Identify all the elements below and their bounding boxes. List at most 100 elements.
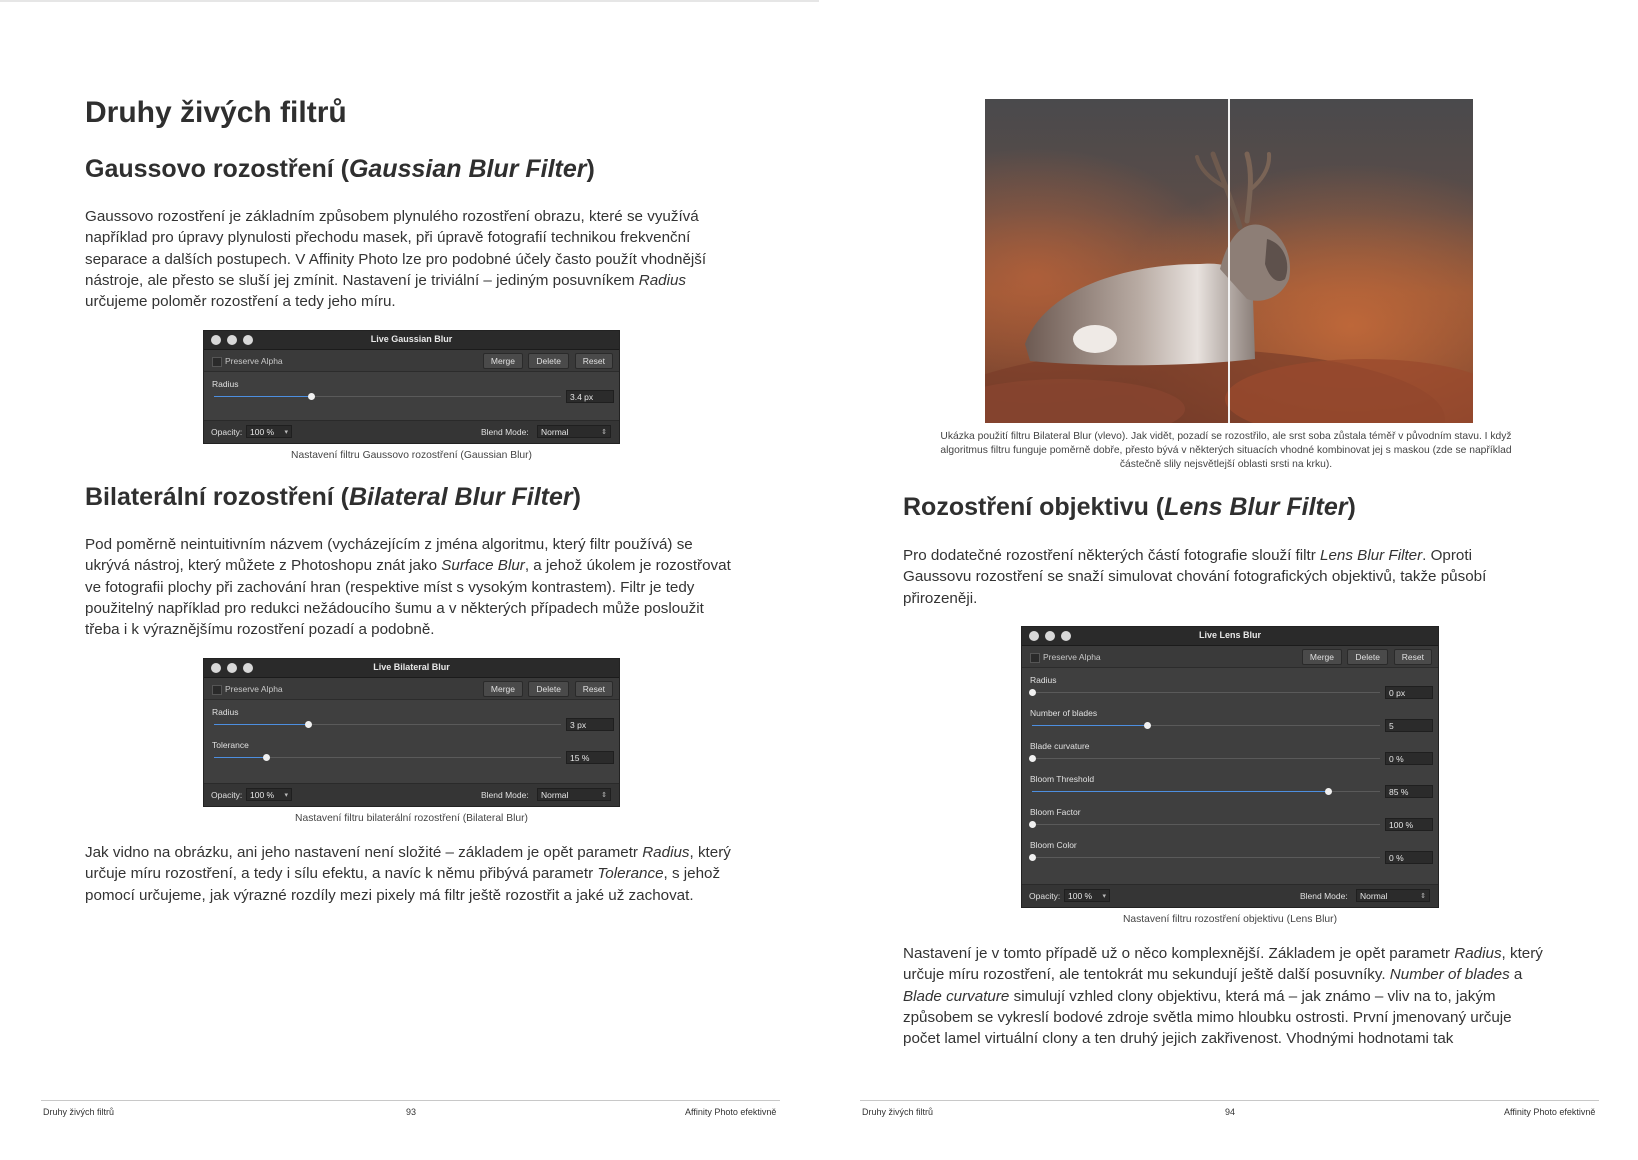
- param-slider-handle[interactable]: [1029, 689, 1036, 696]
- merge-button[interactable]: Merge: [482, 681, 523, 697]
- opacity-label: Opacity:: [1029, 891, 1061, 901]
- reset-button[interactable]: Reset: [574, 681, 613, 697]
- dialog-titlebar[interactable]: Live Bilateral Blur: [204, 659, 619, 678]
- bilateral-blur-dialog: Live Bilateral Blur Preserve Alpha Merge De…: [203, 658, 620, 807]
- param-value-field[interactable]: 15 %: [566, 751, 614, 764]
- dialog-toolbar: Preserve Alpha Merge Delete Reset: [204, 678, 619, 700]
- dialog-title: Live Lens Blur: [1198, 630, 1261, 640]
- param-slider[interactable]: [214, 754, 561, 761]
- gauss-para-b: určujeme poloměr rozostření a tedy jeho …: [85, 293, 396, 311]
- page-top-edge: [0, 0, 819, 2]
- page-title: Druhy živých filtrů: [85, 96, 347, 129]
- blend-mode-label: Blend Mode:: [481, 427, 529, 437]
- preserve-alpha-label: Preserve Alpha: [225, 356, 283, 366]
- gauss-heading-suffix: ): [586, 155, 595, 183]
- param-value-field[interactable]: 0 %: [1385, 851, 1433, 864]
- preserve-alpha-label: Preserve Alpha: [225, 684, 283, 694]
- reset-button[interactable]: Reset: [574, 353, 613, 369]
- param-slider-handle[interactable]: [308, 393, 316, 400]
- dialog-toolbar: Preserve Alpha Merge Delete Reset: [204, 350, 619, 372]
- blend-mode-select[interactable]: Normal ⇕: [537, 425, 611, 438]
- param-value-field[interactable]: 3.4 px: [566, 390, 614, 403]
- gauss-heading-italic: Gaussian Blur Filter: [348, 155, 587, 183]
- opacity-select[interactable]: 100 % ▾: [1064, 889, 1110, 902]
- param-slider[interactable]: [214, 721, 561, 728]
- param-slider-handle[interactable]: [1324, 788, 1332, 795]
- chevron-down-icon: ▾: [284, 429, 288, 436]
- lens-caption: Nastavení filtru rozostření objektivu (L…: [1122, 914, 1338, 925]
- lens-para-italic: Lens Blur Filter: [1320, 547, 1423, 564]
- blend-mode-select[interactable]: Normal ⇕: [537, 788, 611, 801]
- lens-heading-suffix: ): [1347, 493, 1356, 521]
- param-value-field[interactable]: 0 %: [1385, 752, 1433, 765]
- delete-button[interactable]: Delete: [528, 681, 569, 697]
- dialog-title: Live Bilateral Blur: [373, 662, 450, 672]
- param-value-field[interactable]: 85 %: [1385, 785, 1433, 798]
- gauss-paragraph: Gaussovo rozostření je základním způsobe…: [85, 206, 735, 312]
- dialog-toolbar: Preserve Alpha Merge Delete Reset: [1022, 646, 1438, 668]
- param-value-field[interactable]: 3 px: [566, 718, 614, 731]
- lens-para2-c: a: [1509, 966, 1523, 984]
- param-slider-handle[interactable]: [1143, 722, 1151, 729]
- bilateral-heading: Bilaterální rozostření (Bilateral Blur F…: [85, 483, 581, 512]
- footer-rule: [41, 1100, 780, 1101]
- param-slider[interactable]: [1029, 689, 1380, 696]
- param-value-field[interactable]: 5: [1385, 719, 1433, 732]
- updown-arrows-icon: ⇕: [1420, 893, 1426, 900]
- preserve-alpha-checkbox[interactable]: [1030, 653, 1040, 663]
- blend-mode-value: Normal: [541, 427, 569, 437]
- param-label: Bloom Threshold: [1030, 774, 1095, 784]
- dialog-footer: Opacity: 100 % ▾ Blend Mode: Normal ⇕: [204, 420, 619, 443]
- param-slider[interactable]: [1029, 755, 1380, 762]
- reset-button[interactable]: Reset: [1393, 649, 1432, 665]
- reindeer-photo-drawing: [985, 99, 1473, 423]
- param-label: Bloom Factor: [1030, 807, 1081, 817]
- lens-blur-dialog: Live Lens Blur Preserve Alpha Merge Delete R…: [1021, 626, 1439, 908]
- param-slider-handle[interactable]: [304, 721, 312, 728]
- opacity-label: Opacity:: [211, 790, 243, 800]
- bilateral-para-italic: Surface Blur: [441, 557, 525, 575]
- param-slider[interactable]: [1032, 788, 1380, 795]
- bilateral-paragraph-2: Jak vidno na obrázku, ani jeho nastavení…: [85, 842, 735, 906]
- opacity-select[interactable]: 100 % ▾: [246, 788, 292, 801]
- opacity-value: 100 %: [1068, 891, 1093, 901]
- param-slider[interactable]: [1029, 821, 1380, 828]
- bilateral-heading-italic: Bilateral Blur Filter: [348, 483, 573, 511]
- preserve-alpha-checkbox[interactable]: [212, 357, 222, 367]
- blend-mode-value: Normal: [1360, 891, 1388, 901]
- preserve-alpha-label: Preserve Alpha: [1043, 652, 1101, 662]
- dialog-titlebar[interactable]: Live Lens Blur: [1022, 627, 1438, 646]
- footer-book-title: Affinity Photo efektivně: [685, 1107, 777, 1117]
- delete-button[interactable]: Delete: [528, 353, 569, 369]
- param-label: Blade curvature: [1030, 741, 1090, 751]
- blend-mode-select[interactable]: Normal ⇕: [1356, 889, 1430, 902]
- param-slider-handle[interactable]: [1029, 755, 1036, 762]
- delete-button[interactable]: Delete: [1347, 649, 1388, 665]
- lens-para2-italic-3: Blade curvature: [903, 987, 1010, 1005]
- gauss-heading-prefix: Gaussovo rozostření (: [85, 155, 349, 183]
- param-slider-handle[interactable]: [263, 754, 271, 761]
- lens-paragraph: Pro dodatečné rozostření některých částí…: [903, 545, 1543, 609]
- lens-heading-prefix: Rozostření objektivu (: [903, 493, 1165, 521]
- param-slider-handle[interactable]: [1029, 854, 1036, 861]
- param-slider[interactable]: [1032, 722, 1380, 729]
- param-slider[interactable]: [1029, 854, 1380, 861]
- preserve-alpha-checkbox[interactable]: [212, 685, 222, 695]
- param-label: Number of blades: [1030, 708, 1098, 718]
- gauss-para-italic: Radius: [638, 271, 687, 289]
- merge-button[interactable]: Merge: [482, 353, 523, 369]
- blend-mode-label: Blend Mode:: [481, 790, 529, 800]
- param-label: Radius: [212, 379, 239, 389]
- param-slider-fill: [1032, 791, 1328, 792]
- dialog-titlebar[interactable]: Live Gaussian Blur: [204, 331, 619, 350]
- param-value-field[interactable]: 100 %: [1385, 818, 1433, 831]
- opacity-value: 100 %: [250, 427, 275, 437]
- merge-button[interactable]: Merge: [1301, 649, 1342, 665]
- updown-arrows-icon: ⇕: [601, 429, 607, 436]
- param-slider-handle[interactable]: [1029, 821, 1036, 828]
- opacity-label: Opacity:: [211, 427, 243, 437]
- param-value-field[interactable]: 0 px: [1385, 686, 1433, 699]
- opacity-select[interactable]: 100 % ▾: [246, 425, 292, 438]
- bilateral-caption: Nastavení filtru bilaterální rozostření …: [295, 813, 528, 824]
- param-slider[interactable]: [214, 393, 561, 400]
